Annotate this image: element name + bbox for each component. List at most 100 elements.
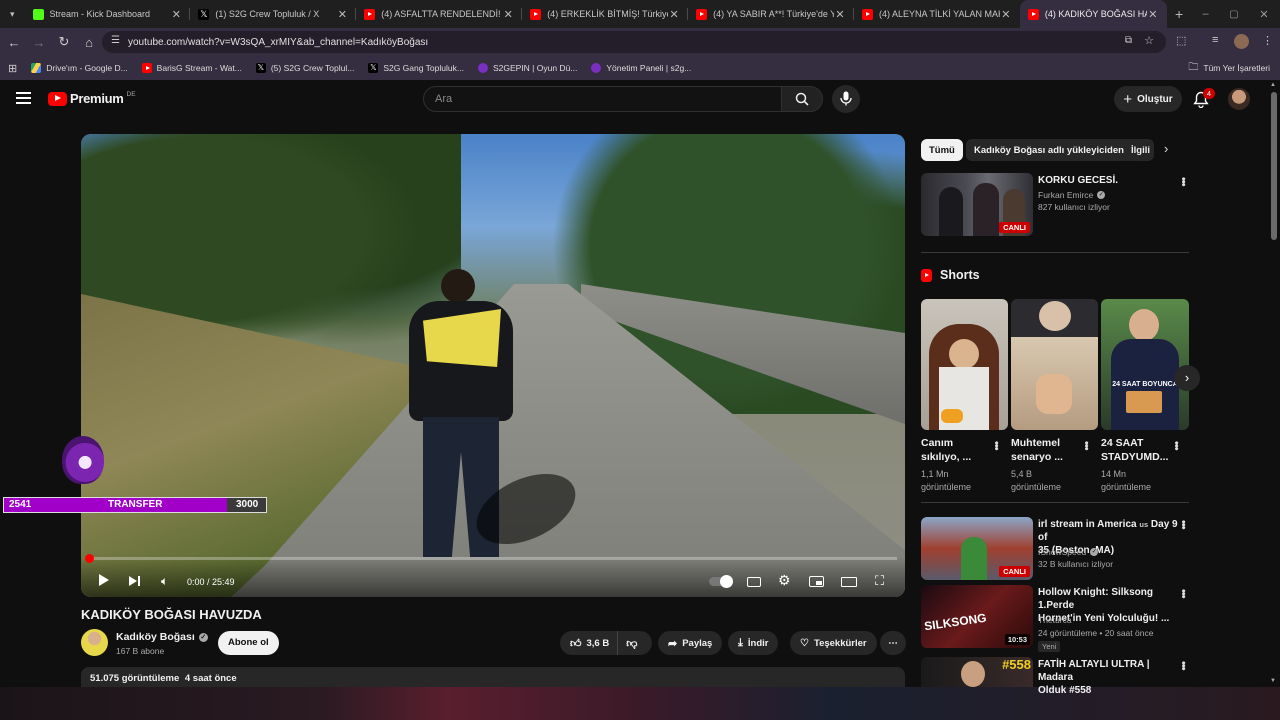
short-title-1[interactable]: Canım sıkılıyo, ... xyxy=(921,436,971,464)
short-thumbnail-1[interactable] xyxy=(921,299,1008,430)
bookmark-drive[interactable]: Drive'ım - Google D... xyxy=(31,63,128,73)
close-icon[interactable]: ✕ xyxy=(1147,8,1159,21)
back-button[interactable]: ← xyxy=(3,31,25,53)
search-input[interactable]: Ara xyxy=(423,86,782,112)
create-button[interactable]: + Oluştur xyxy=(1114,86,1182,112)
more-vertical-icon[interactable]: ••• xyxy=(1080,441,1092,450)
play-button[interactable] xyxy=(99,573,109,589)
tab-x[interactable]: 𝕏 (1) S2G Crew Topluluk / X ✕ xyxy=(190,0,357,28)
youtube-play-icon xyxy=(48,91,67,106)
window-minimize-button[interactable]: – xyxy=(1191,0,1219,28)
tab-youtube-1[interactable]: (4) ASFALTTA RENDELENDİ! Türk ✕ xyxy=(356,0,523,28)
thanks-button[interactable]: ♡ Teşekkürler xyxy=(790,631,877,655)
home-button[interactable]: ⌂ xyxy=(78,31,100,53)
extensions-icon[interactable]: ⬚ xyxy=(1176,34,1186,47)
scroll-down-icon[interactable]: ▼ xyxy=(1270,678,1276,684)
theater-mode-button[interactable] xyxy=(841,577,857,587)
short-thumbnail-3[interactable]: 24 SAAT BOYUNCA xyxy=(1101,299,1189,430)
page-scrollbar[interactable] xyxy=(1271,92,1277,240)
voice-search-button[interactable] xyxy=(832,85,860,113)
apps-grid-icon[interactable]: ⊞ xyxy=(8,62,17,75)
chip-all[interactable]: Tümü xyxy=(921,139,963,161)
short-title-2[interactable]: Muhtemel senaryo ... xyxy=(1011,436,1063,464)
bookmark-s2g-crew[interactable]: 𝕏 (5) S2G Crew Toplul... xyxy=(255,63,354,73)
next-button[interactable] xyxy=(129,574,140,589)
rec-thumbnail-speed[interactable]: CANLI xyxy=(921,517,1033,580)
more-vertical-icon[interactable]: ••• xyxy=(1170,441,1182,450)
star-icon[interactable]: ☆ xyxy=(1144,34,1154,47)
close-icon[interactable]: ✕ xyxy=(1000,8,1012,21)
subtitles-button[interactable] xyxy=(747,577,761,587)
tab-youtube-4[interactable]: (4) ALEYNA TİLKİ YALAN MAKİN ✕ xyxy=(854,0,1020,28)
more-actions-button[interactable]: ⋯ xyxy=(880,631,906,655)
window-maximize-button[interactable]: ▢ xyxy=(1220,0,1248,28)
new-tab-button[interactable]: + xyxy=(1167,0,1192,28)
close-icon[interactable]: ✕ xyxy=(336,8,348,21)
search-button[interactable] xyxy=(781,86,823,112)
tab-kick[interactable]: Stream - Kick Dashboard ✕ xyxy=(25,0,191,28)
bookmark-yonetim[interactable]: Yönetim Paneli | s2g... xyxy=(591,63,691,73)
close-icon[interactable]: ✕ xyxy=(170,8,182,21)
site-info-icon[interactable]: ☰ xyxy=(111,35,120,46)
address-bar[interactable]: ☰ youtube.com/watch?v=W3sQA_xrMIY&ab_cha… xyxy=(102,31,1166,53)
subscribe-button[interactable]: Abone ol xyxy=(218,631,279,655)
more-vertical-icon[interactable]: ••• xyxy=(1177,520,1189,529)
more-vertical-icon[interactable]: ••• xyxy=(990,441,1002,450)
close-icon[interactable]: ✕ xyxy=(668,8,680,21)
short-thumbnail-2[interactable] xyxy=(1011,299,1098,430)
bookmark-barisg[interactable]: BarisG Stream - Wat... xyxy=(141,63,242,73)
shorts-next-button[interactable]: › xyxy=(1174,365,1200,391)
tab-youtube-active[interactable]: (4) KADIKÖY BOĞASI HAVUZDA ✕ xyxy=(1019,0,1167,28)
rec-channel[interactable]: Theturca xyxy=(1038,614,1072,626)
rec-title[interactable]: KORKU GECESİ. xyxy=(1038,174,1118,187)
channel-name[interactable]: Kadıköy Boğası ✓ xyxy=(116,631,208,643)
rec-thumbnail-silksong[interactable]: SILKSONG 10:53 xyxy=(921,585,1033,648)
notifications-button[interactable]: 4 xyxy=(1192,88,1215,109)
youtube-icon xyxy=(141,63,152,73)
short-title-3[interactable]: 24 SAAT STADYUMD... xyxy=(1101,436,1168,464)
youtube-logo[interactable]: Premium DE xyxy=(48,91,136,106)
more-vertical-icon[interactable]: ••• xyxy=(1177,661,1189,670)
tab-search-button[interactable]: ▾ xyxy=(0,0,25,28)
media-icon[interactable]: ≡ xyxy=(1212,34,1218,46)
download-button[interactable]: ⤓ İndir xyxy=(728,631,779,655)
forward-button[interactable]: → xyxy=(28,31,50,53)
rec-thumbnail-altayli[interactable]: #558 xyxy=(921,657,1033,687)
bookmark-s2gepin[interactable]: S2GEPIN | Oyun Dü... xyxy=(477,63,577,73)
chip-from-uploader[interactable]: Kadıköy Boğası adlı yükleyiciden xyxy=(966,139,1132,161)
channel-avatar[interactable] xyxy=(81,629,108,656)
more-vertical-icon[interactable]: ••• xyxy=(1177,589,1189,598)
rec-channel[interactable]: Furkan Emirce ✓ xyxy=(1038,189,1106,201)
more-vertical-icon[interactable]: ••• xyxy=(1177,177,1189,186)
chip-related[interactable]: İlgili xyxy=(1124,139,1154,161)
close-icon[interactable]: ✕ xyxy=(834,8,846,21)
video-player[interactable]: 🔈︎ 0:00 / 25:49 ⚙ ⛶ xyxy=(81,134,905,597)
close-icon[interactable]: ✕ xyxy=(502,8,514,21)
tab-youtube-2[interactable]: (4) ERKEKLİK BİTMİŞ! Türkiye'de ✕ xyxy=(522,0,689,28)
chips-next-button[interactable]: › xyxy=(1164,141,1168,156)
progress-scrubber[interactable] xyxy=(85,554,94,563)
share-button[interactable]: ➦ Paylaş xyxy=(658,631,723,655)
settings-button[interactable]: ⚙ xyxy=(778,572,791,589)
menu-icon[interactable] xyxy=(16,92,31,104)
all-bookmarks[interactable]: 🗀 Tüm Yer İşaretleri xyxy=(1188,60,1270,77)
profile-avatar[interactable] xyxy=(1234,34,1249,49)
browser-menu-icon[interactable]: ⋮ xyxy=(1262,34,1273,47)
progress-bar[interactable] xyxy=(89,557,897,560)
install-app-icon[interactable]: ⧉ xyxy=(1125,35,1132,46)
window-close-button[interactable]: ✕ xyxy=(1248,0,1280,28)
rec-channel[interactable]: IShowSpeed ✓ xyxy=(1038,546,1099,558)
dislike-button[interactable]: 👎︎ xyxy=(618,631,645,655)
rec-thumbnail-live[interactable]: CANLI xyxy=(921,173,1033,236)
bookmark-s2g-gang[interactable]: 𝕏 S2G Gang Topluluk... xyxy=(368,63,464,73)
reload-button[interactable]: ↻ xyxy=(53,31,75,53)
miniplayer-button[interactable] xyxy=(809,576,824,587)
mute-button[interactable]: 🔈︎ xyxy=(161,574,168,589)
like-button[interactable]: 👍︎ 3,6 B xyxy=(560,631,619,655)
scroll-up-icon[interactable]: ▲ xyxy=(1270,82,1276,88)
autoplay-toggle[interactable] xyxy=(709,575,733,588)
tab-youtube-3[interactable]: (4) YA SABIR A**! Türkiye'de Ya ✕ xyxy=(688,0,854,28)
account-avatar[interactable] xyxy=(1228,88,1250,110)
fullscreen-button[interactable]: ⛶ xyxy=(875,573,884,589)
rec-title[interactable]: FATİH ALTAYLI ULTRA | Madara Olduk #558 xyxy=(1038,658,1183,697)
